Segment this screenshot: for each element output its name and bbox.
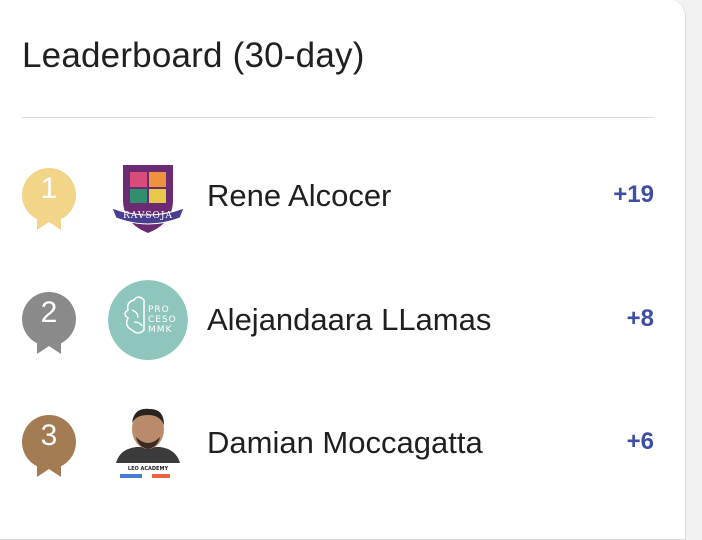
rank-number: 3 — [40, 419, 58, 452]
rank-badge-gold: 1 — [22, 168, 76, 232]
leaderboard-row[interactable]: 2 PRO CESO MMK Alejandaara LLamas +8 — [22, 272, 654, 372]
rank-number: 1 — [40, 172, 58, 205]
svg-text:PRO: PRO — [148, 305, 170, 315]
avatar-proceso-mmk-icon[interactable]: PRO CESO MMK — [108, 280, 188, 360]
svg-text:RAVSOJA: RAVSOJA — [123, 211, 173, 221]
svg-text:MMK: MMK — [148, 325, 173, 335]
rank-badge-silver: 2 — [22, 292, 76, 356]
leaderboard-row[interactable]: 3 LEO ACADEMY Damian Moccagatta +6 — [22, 395, 654, 495]
points-value: +6 — [626, 428, 654, 455]
avatar-ravsoja-crest-icon[interactable]: RAVSOJA — [108, 156, 188, 236]
title-divider — [22, 117, 654, 118]
leaderboard-card: Leaderboard (30-day) 1 RAVSOJA Rene Alco… — [0, 0, 686, 540]
rank-number: 2 — [40, 296, 58, 329]
leaderboard-row[interactable]: 1 RAVSOJA Rene Alcocer +19 — [22, 148, 654, 248]
avatar-user-photo-icon[interactable]: LEO ACADEMY — [108, 403, 188, 483]
points-value: +19 — [613, 181, 654, 208]
points-value: +8 — [626, 305, 654, 332]
user-name[interactable]: Damian Moccagatta — [207, 425, 483, 461]
leaderboard-title: Leaderboard (30-day) — [22, 36, 365, 75]
user-name[interactable]: Alejandaara LLamas — [207, 302, 491, 338]
user-name[interactable]: Rene Alcocer — [207, 178, 391, 214]
rank-badge-bronze: 3 — [22, 415, 76, 479]
svg-text:CESO: CESO — [148, 315, 177, 325]
photo-caption: LEO ACADEMY — [128, 466, 169, 472]
